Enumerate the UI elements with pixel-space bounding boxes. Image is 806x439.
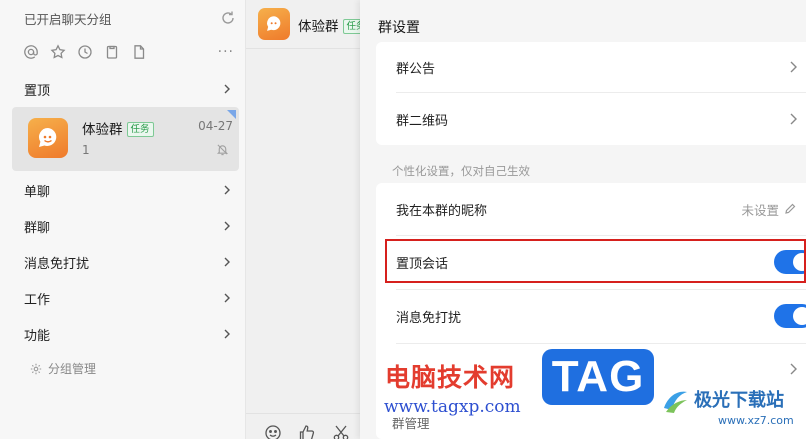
input-divider [246, 413, 360, 414]
row-divider [396, 343, 806, 344]
chevron-right-icon [224, 221, 230, 231]
group-work-label: 工作 [24, 292, 51, 308]
watermark-site-url: www.xz7.com [718, 414, 794, 427]
clipboard-icon[interactable] [103, 44, 120, 61]
app-window: 已开启聊天分组 ··· 置顶 体验群 任务 04-27 1 单聊 群聊 消息免打… [0, 0, 806, 439]
group-pinned[interactable]: 置顶 [24, 79, 232, 99]
chevron-right-icon [790, 61, 797, 73]
star-icon[interactable] [49, 44, 66, 61]
gear-icon [30, 363, 42, 374]
refresh-icon[interactable] [220, 10, 236, 26]
mute-bell-icon [216, 144, 229, 156]
group-management-label: 分组管理 [48, 362, 97, 376]
sidebar-filter-toolbar: ··· [22, 43, 236, 61]
chat-area: 体验群 任务 [246, 0, 370, 439]
chevron-right-icon [790, 363, 797, 375]
chevron-right-icon [224, 329, 230, 339]
watermark-url: www.tagxp.com [384, 397, 521, 417]
chevron-right-icon [224, 185, 230, 195]
chat-header-title[interactable]: 体验群 任务 [298, 15, 370, 35]
chat-item-tiyanqun[interactable]: 体验群 任务 04-27 1 [12, 107, 239, 171]
toggle-knob [793, 307, 806, 325]
group-pinned-label: 置顶 [24, 83, 51, 99]
watermark-site: 极光下载站 www.xz7.com [654, 378, 806, 439]
watermark-title: 电脑技术网 [385, 363, 516, 392]
group-group-chat[interactable]: 群聊 [24, 216, 232, 236]
input-toolbar [264, 424, 366, 439]
clock-icon[interactable] [76, 44, 93, 61]
group-dnd[interactable]: 消息免打扰 [24, 252, 232, 272]
group-work[interactable]: 工作 [24, 288, 232, 308]
group-function-label: 功能 [24, 328, 51, 344]
aurora-logo-icon [664, 391, 687, 413]
settings-card-info: 群公告 群二维码 [376, 42, 806, 145]
chat-sidebar: 已开启聊天分组 ··· 置顶 体验群 任务 04-27 1 单聊 群聊 消息免打… [0, 0, 246, 439]
personal-settings-hint: 个性化设置，仅对自己生效 [392, 164, 530, 178]
group-dnd-label: 消息免打扰 [24, 256, 90, 272]
sidebar-header: 已开启聊天分组 [24, 8, 236, 28]
highlight-box [385, 239, 806, 283]
group-avatar [28, 118, 68, 158]
task-tag: 任务 [126, 122, 154, 137]
group-management-button[interactable]: 分组管理 [30, 360, 96, 377]
dnd-row: 消息免打扰 [396, 304, 806, 328]
emoji-icon[interactable] [264, 424, 282, 439]
scissors-icon[interactable] [332, 424, 350, 439]
more-options-icon[interactable]: ··· [218, 44, 234, 60]
document-icon[interactable] [130, 44, 147, 61]
dnd-toggle[interactable] [774, 304, 806, 328]
sidebar-header-title: 已开启聊天分组 [24, 11, 112, 27]
chevron-right-icon [224, 257, 230, 267]
row-divider [396, 235, 806, 236]
qrcode-label: 群二维码 [396, 113, 449, 129]
group-group-label: 群聊 [24, 220, 51, 236]
row-divider [396, 289, 806, 290]
header-divider [246, 48, 360, 49]
watermark-tag-logo: TAG [542, 349, 654, 405]
chat-date: 04-27 [198, 119, 233, 133]
at-mention-icon[interactable] [22, 44, 39, 61]
chevron-right-icon [224, 293, 230, 303]
chat-bubble-icon [39, 128, 57, 147]
group-function[interactable]: 功能 [24, 324, 232, 344]
thumbs-up-icon[interactable] [298, 424, 316, 439]
nickname-label: 我在本群的昵称 [396, 203, 488, 219]
nickname-row[interactable]: 我在本群的昵称 未设置 [396, 199, 796, 219]
group-single-label: 单聊 [24, 184, 51, 200]
announcement-row[interactable]: 群公告 [396, 57, 797, 77]
member-count: 1 [82, 143, 90, 157]
chevron-right-icon [224, 84, 230, 94]
dnd-label: 消息免打扰 [396, 310, 462, 326]
pinned-corner-marker [227, 110, 236, 119]
qrcode-row[interactable]: 群二维码 [396, 109, 797, 129]
panel-title: 群设置 [378, 20, 420, 36]
chat-header-name: 体验群 [298, 19, 339, 35]
nickname-value-area: 未设置 [741, 200, 796, 219]
edit-pencil-icon[interactable] [784, 203, 796, 215]
group-single-chat[interactable]: 单聊 [24, 180, 232, 200]
chat-bubble-icon [267, 16, 281, 31]
chat-name-text: 体验群 [82, 122, 123, 138]
watermark-site-name: 极光下载站 [694, 390, 784, 411]
row-divider [396, 92, 806, 93]
chat-header-avatar [258, 8, 290, 40]
chevron-right-icon [790, 113, 797, 125]
chat-name: 体验群 任务 [82, 118, 154, 138]
announcement-label: 群公告 [396, 61, 436, 77]
nickname-value: 未设置 [741, 202, 779, 218]
